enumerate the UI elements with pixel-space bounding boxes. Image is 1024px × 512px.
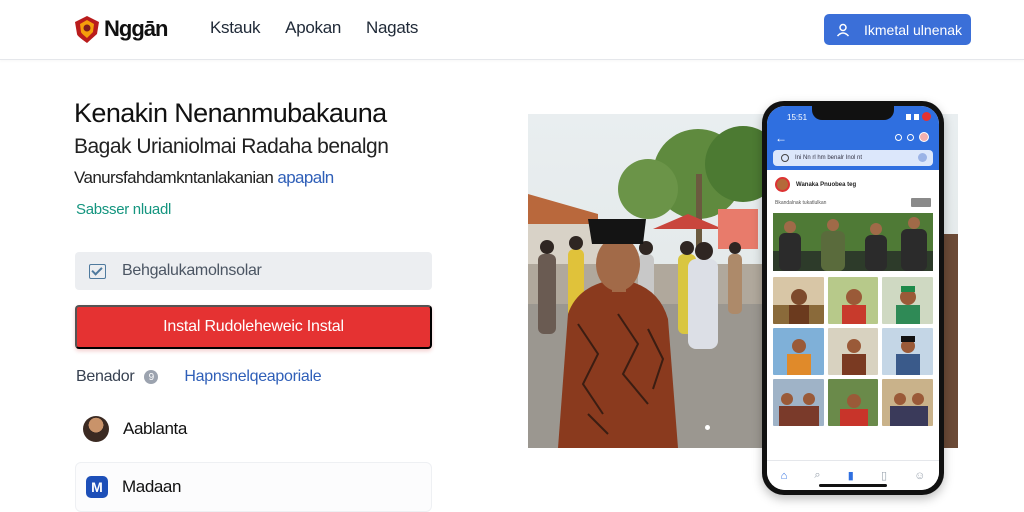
- post-header: Wanaka Pnuobea teg: [775, 177, 856, 192]
- wifi-icon: [895, 133, 902, 141]
- bookmark-icon[interactable]: ▮: [848, 469, 854, 482]
- grid-photo[interactable]: [773, 328, 824, 375]
- grid-photo[interactable]: [773, 379, 824, 426]
- group-photo-image: [773, 213, 933, 271]
- list-item[interactable]: Aablanta: [75, 404, 432, 454]
- profile-tab-icon[interactable]: ☺: [914, 470, 925, 482]
- install-button[interactable]: Instal Rudoleheweic Instal: [75, 305, 432, 349]
- rating-link[interactable]: Hapnsnelqeaporiale: [184, 368, 321, 386]
- grid-photo[interactable]: [827, 328, 879, 375]
- grid-photo[interactable]: [882, 379, 933, 426]
- hero-description: Vanursfahdamkntanlakanian apapaln: [74, 168, 334, 188]
- rating-row: Benador 9 Hapnsnelqeaporiale: [76, 368, 322, 386]
- phone-mockup: 15:51 ← Ini Nn rl hm benalr Inol nt Wana…: [762, 101, 944, 495]
- post-badge: [911, 198, 931, 207]
- m-app-icon: M: [86, 476, 108, 498]
- phone-status-bar: 15:51: [767, 106, 939, 128]
- hero-tag: Sabsser nluadl: [76, 201, 172, 218]
- post-meta: Bkandalnak tukatlulkan: [775, 200, 827, 206]
- phone-screen: 15:51 ← Ini Nn rl hm benalr Inol nt Wana…: [767, 106, 939, 490]
- phone-search-input[interactable]: Ini Nn rl hm benalr Inol nt: [773, 150, 933, 166]
- notification-icon[interactable]: ▯: [881, 469, 887, 482]
- post-title: Wanaka Pnuobea teg: [796, 181, 857, 188]
- user-icon: [836, 23, 850, 37]
- signal-icons: [906, 112, 931, 121]
- login-button[interactable]: Ikmetal ulnenak: [824, 14, 971, 45]
- back-arrow-icon[interactable]: ←: [775, 131, 787, 145]
- grid-photo[interactable]: [882, 328, 933, 375]
- top-header: Nggān Kstauk Apokan Nagats Ikmetal ulnen…: [0, 0, 1024, 60]
- main-nav: Kstauk Apokan Nagats: [210, 18, 418, 38]
- grid-photo[interactable]: [827, 379, 879, 426]
- garuda-emblem-icon: [75, 16, 99, 43]
- home-icon[interactable]: ⌂: [781, 470, 788, 482]
- post-avatar: [775, 177, 790, 192]
- brand-name: Nggān: [104, 16, 168, 41]
- consent-checkbox-field[interactable]: Behgalukamolnsolar: [75, 252, 432, 290]
- settings-icon[interactable]: [907, 133, 914, 141]
- phone-app-bar: ← Ini Nn rl hm benalr Inol nt: [767, 128, 939, 170]
- brand-logo[interactable]: Nggān: [72, 14, 168, 44]
- grid-photo[interactable]: [773, 277, 824, 324]
- search-icon[interactable]: ⌕: [814, 469, 820, 482]
- checkbox-icon[interactable]: [89, 263, 106, 279]
- nav-link-3[interactable]: Nagats: [366, 18, 418, 38]
- nav-link-2[interactable]: Apokan: [285, 18, 341, 38]
- description-link[interactable]: apapaln: [277, 168, 334, 187]
- carousel-dot[interactable]: [705, 425, 710, 430]
- grid-photo[interactable]: [827, 277, 879, 324]
- checkbox-label: Behgalukamolnsolar: [122, 262, 262, 279]
- app-bar-tools: [895, 132, 929, 142]
- avatar: [83, 416, 109, 442]
- login-label: Ikmetal ulnenak: [864, 21, 963, 38]
- grid-photo[interactable]: [882, 277, 933, 324]
- hero-title: Kenakin Nenanmubakauna: [74, 98, 387, 128]
- photo-grid: [773, 277, 933, 426]
- list-item[interactable]: M Madaan: [75, 462, 432, 512]
- description-text: Vanursfahdamkntanlakanian: [74, 168, 278, 187]
- featured-photo[interactable]: [773, 213, 933, 271]
- list-item-label: Aablanta: [123, 419, 187, 438]
- nav-link-1[interactable]: Kstauk: [210, 18, 260, 38]
- home-indicator: [819, 484, 887, 487]
- profile-icon[interactable]: [919, 132, 929, 142]
- clear-icon[interactable]: [918, 153, 927, 162]
- hero-subtitle: Bagak Urianiolmai Radaha benalgn: [74, 135, 389, 158]
- phone-search-text: Ini Nn rl hm benalr Inol nt: [795, 155, 863, 161]
- info-icon: 9: [144, 370, 159, 384]
- list-item-label: Madaan: [122, 477, 182, 496]
- status-time: 15:51: [787, 113, 808, 122]
- phone-notch: [812, 106, 894, 120]
- rating-label: Benador: [76, 368, 135, 385]
